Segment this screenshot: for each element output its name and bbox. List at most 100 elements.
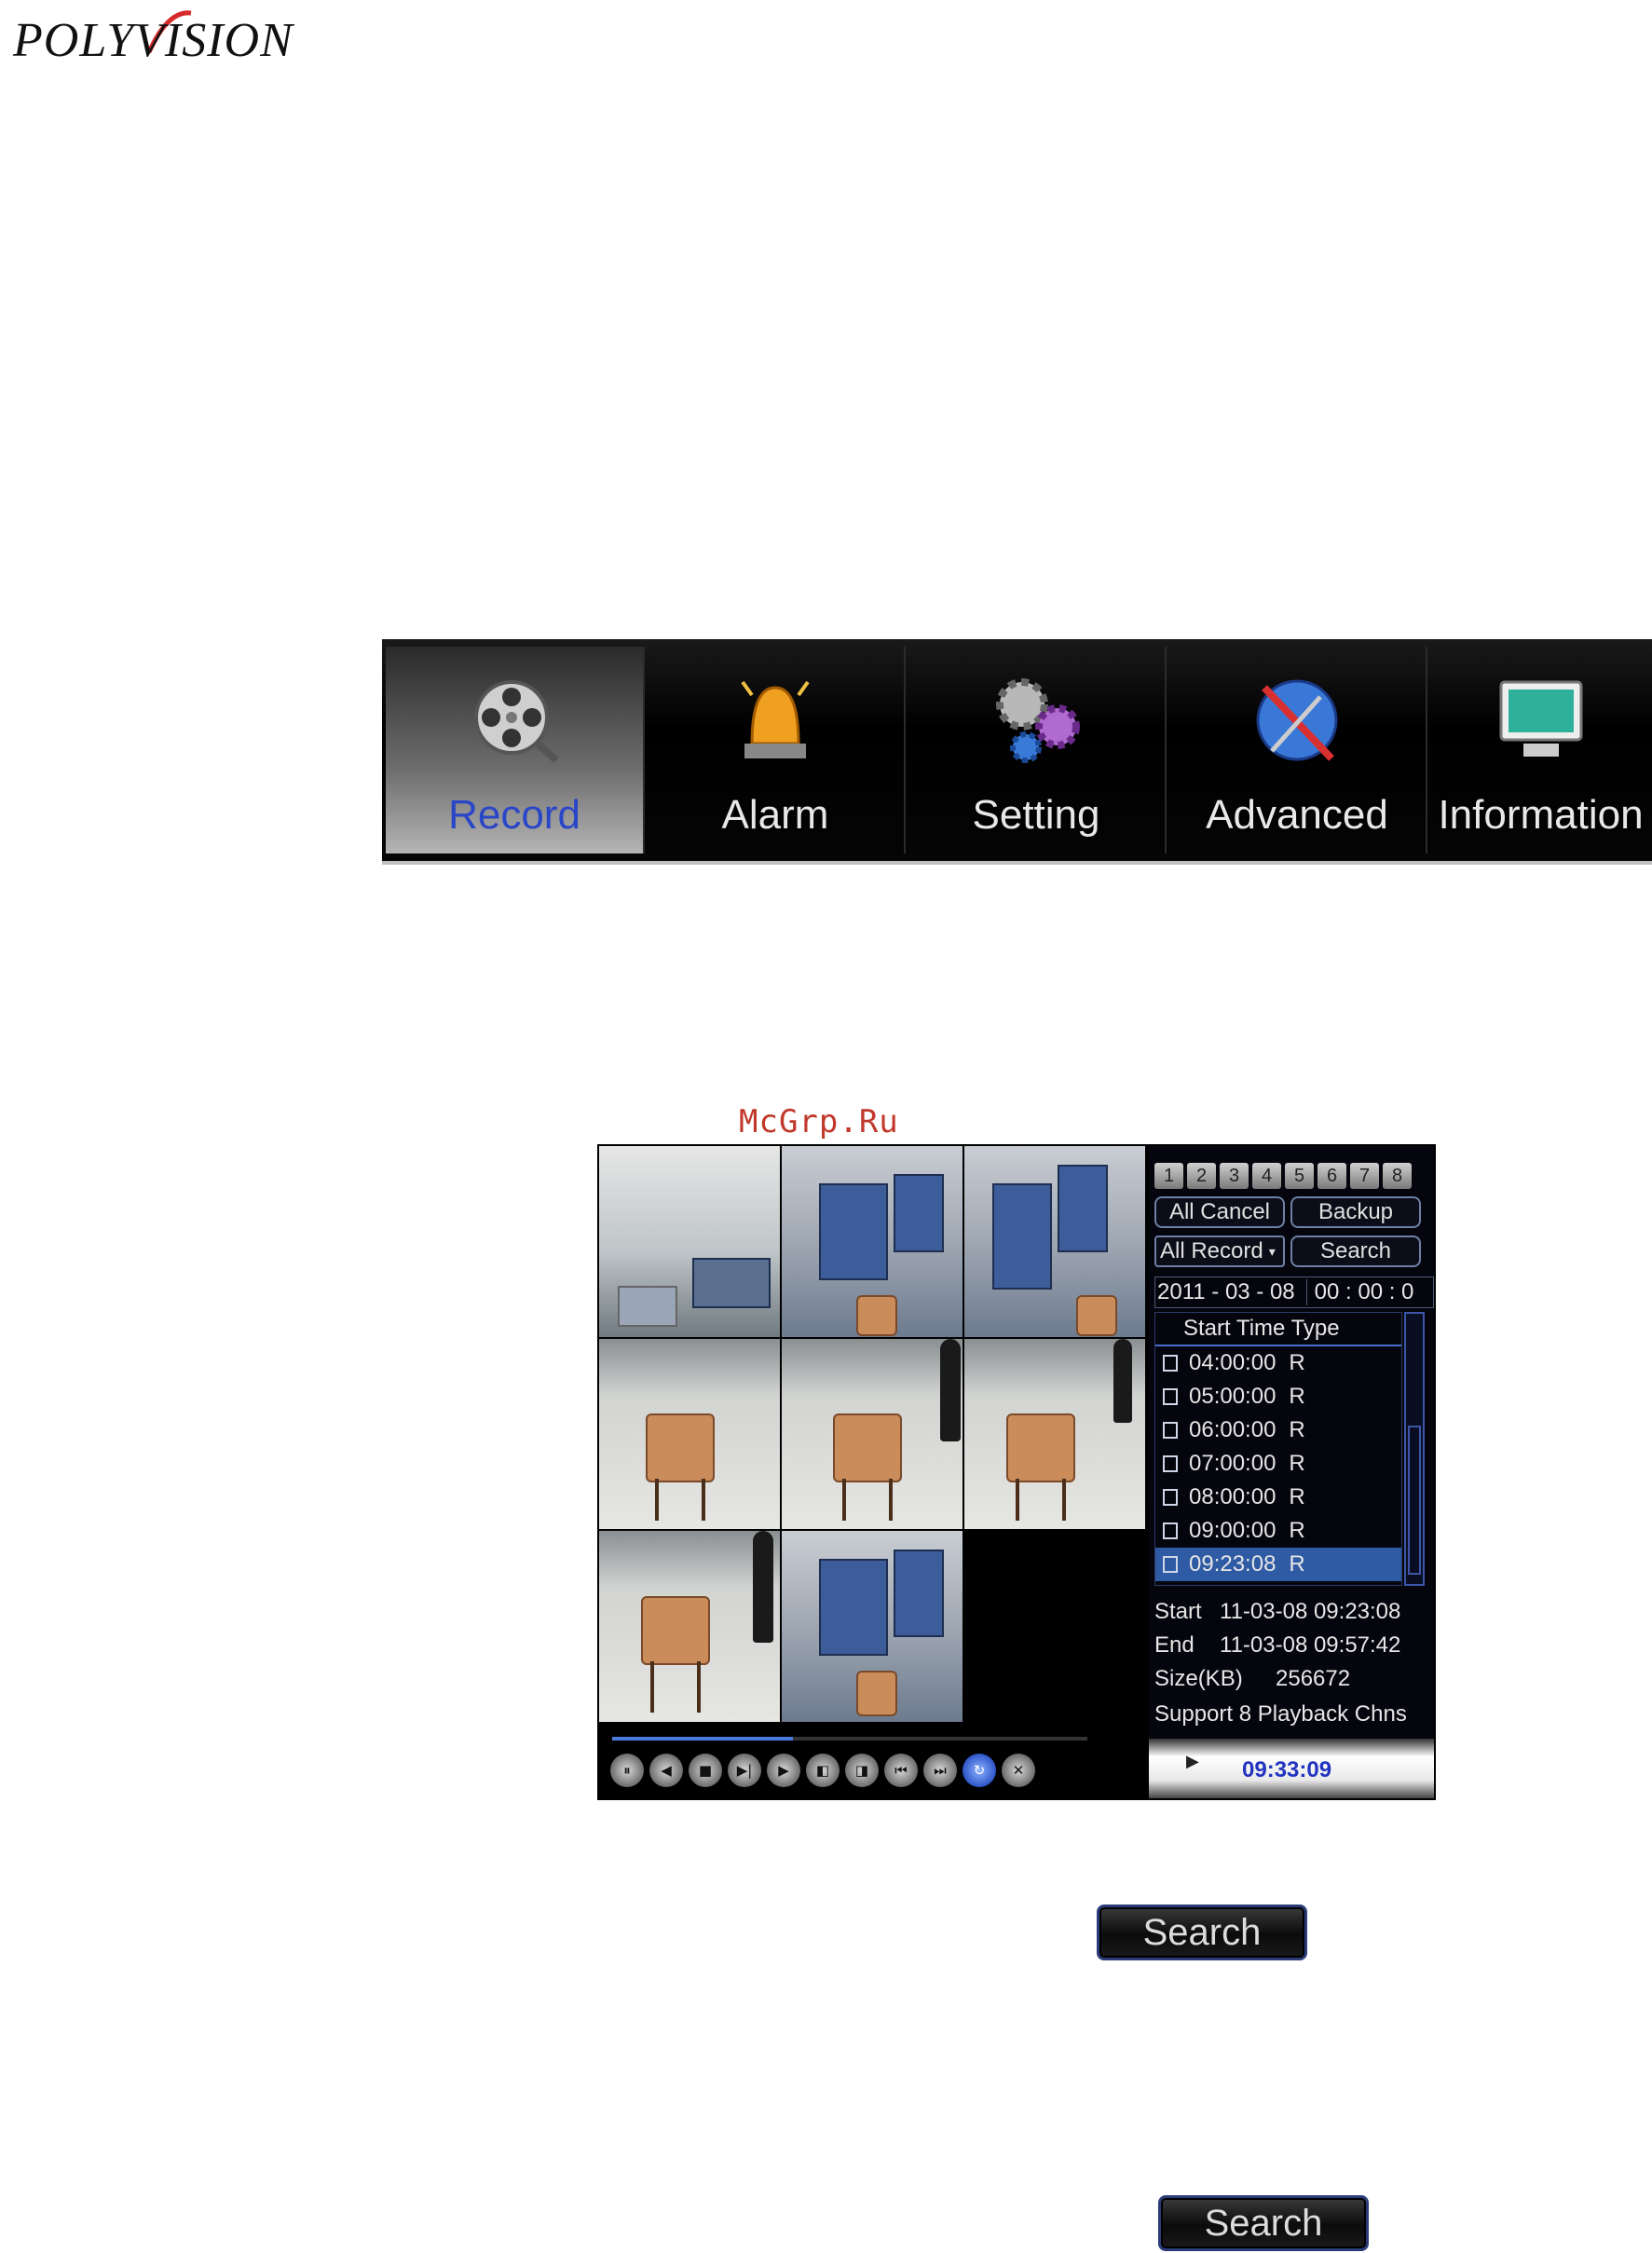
record-start-time: 09:00:00 xyxy=(1189,1518,1277,1543)
record-list: Start Time Type 04:00:00 R 05:00:00 R 06:00:… xyxy=(1154,1312,1402,1586)
playback-controls: ⏸ ◀ ■ ▶| ▶ ◧ ◨ ⏮ ⏭ ↻ ✕ xyxy=(599,1724,1145,1798)
menu-item-setting[interactable]: Setting xyxy=(908,647,1167,853)
camera-view-5[interactable] xyxy=(782,1338,963,1530)
chevron-down-icon: ▾ xyxy=(1268,1243,1276,1259)
record-type-value: All Record xyxy=(1160,1238,1263,1263)
channel-button-2[interactable]: 2 xyxy=(1187,1163,1216,1189)
channel-button-3[interactable]: 3 xyxy=(1220,1163,1249,1189)
record-checkbox[interactable] xyxy=(1163,1455,1178,1472)
record-row[interactable]: 04:00:00 R xyxy=(1155,1346,1401,1380)
channel-button-5[interactable]: 5 xyxy=(1285,1163,1314,1189)
record-checkbox[interactable] xyxy=(1163,1556,1178,1573)
camera-view-6[interactable] xyxy=(964,1338,1145,1530)
previous-icon[interactable]: ⏮ xyxy=(884,1754,918,1787)
next-icon[interactable]: ⏭ xyxy=(923,1754,957,1787)
gears-icon xyxy=(996,678,1080,763)
record-checkbox[interactable] xyxy=(1163,1355,1178,1372)
stop-icon[interactable]: ■ xyxy=(689,1754,722,1787)
playback-side-panel: 12345678 All Cancel Backup All Record ▾ … xyxy=(1149,1146,1434,1798)
record-row[interactable]: 09:23:08 R xyxy=(1155,1548,1401,1581)
camera-view-3[interactable] xyxy=(964,1146,1145,1337)
record-list-header: Start Time Type xyxy=(1155,1313,1401,1346)
channel-button-4[interactable]: 4 xyxy=(1252,1163,1281,1189)
menu-item-record[interactable]: Record xyxy=(386,647,645,853)
menu-label-record: Record xyxy=(448,792,580,838)
menu-label-setting: Setting xyxy=(972,792,1100,838)
tools-globe-icon xyxy=(1256,679,1338,761)
search-button-illustration-1[interactable]: Search xyxy=(1097,1905,1307,1960)
record-start-time: 08:00:00 xyxy=(1189,1484,1277,1509)
search-button[interactable]: Search xyxy=(1290,1236,1421,1267)
watermark: McGrp.Ru xyxy=(739,1103,899,1140)
record-type-select[interactable]: All Record ▾ xyxy=(1154,1236,1285,1267)
record-row[interactable]: 08:00:00 R xyxy=(1155,1481,1401,1514)
start-value: 11-03-08 09:23:08 xyxy=(1220,1599,1401,1624)
record-start-time: 05:00:00 xyxy=(1189,1384,1277,1409)
record-start-time: 06:00:00 xyxy=(1189,1417,1277,1442)
rewind-icon[interactable]: ◀ xyxy=(649,1754,683,1787)
time-value: 00 : 00 : 0 xyxy=(1305,1279,1413,1305)
record-type: R xyxy=(1289,1518,1305,1543)
size-value: 256672 xyxy=(1276,1666,1351,1691)
record-list-scrollbar[interactable] xyxy=(1404,1312,1425,1586)
end-value: 11-03-08 09:57:42 xyxy=(1220,1632,1401,1658)
channel-button-7[interactable]: 7 xyxy=(1350,1163,1379,1189)
camera-view-1[interactable] xyxy=(599,1146,780,1337)
play-indicator-icon: ▶ xyxy=(1186,1752,1199,1770)
all-cancel-button[interactable]: All Cancel xyxy=(1154,1196,1285,1228)
polyvision-logo: POLYVISION xyxy=(9,6,307,71)
monitor-icon xyxy=(1499,680,1582,757)
record-type: R xyxy=(1289,1384,1305,1409)
current-time: 09:33:09 xyxy=(1242,1757,1332,1782)
progress-fill xyxy=(612,1737,793,1741)
step-forward-icon[interactable]: ▶| xyxy=(728,1754,761,1787)
fast-icon[interactable]: ◨ xyxy=(845,1754,879,1787)
support-info: Support 8 Playback Chns xyxy=(1154,1701,1407,1727)
menu-item-information[interactable]: Information xyxy=(1429,647,1652,853)
record-row[interactable]: 06:00:00 R xyxy=(1155,1413,1401,1447)
menu-item-alarm[interactable]: Alarm xyxy=(647,647,906,853)
record-checkbox[interactable] xyxy=(1163,1388,1178,1405)
control-buttons: ⏸ ◀ ■ ▶| ▶ ◧ ◨ ⏮ ⏭ ↻ ✕ xyxy=(610,1754,1035,1787)
camera-view-7[interactable] xyxy=(599,1531,780,1722)
progress-bar[interactable] xyxy=(612,1737,1087,1741)
start-info: Start 11-03-08 09:23:08 xyxy=(1154,1599,1400,1625)
channel-button-6[interactable]: 6 xyxy=(1318,1163,1346,1189)
pause-icon[interactable]: ⏸ xyxy=(610,1754,644,1787)
record-checkbox[interactable] xyxy=(1163,1522,1178,1539)
record-checkbox[interactable] xyxy=(1163,1422,1178,1439)
start-label: Start xyxy=(1154,1599,1202,1624)
record-start-time: 07:00:00 xyxy=(1189,1451,1277,1476)
close-icon[interactable]: ✕ xyxy=(1002,1754,1035,1787)
slow-icon[interactable]: ◧ xyxy=(806,1754,840,1787)
scroll-thumb[interactable] xyxy=(1408,1426,1421,1575)
playback-time-bar: ▶ 09:33:09 xyxy=(1149,1739,1434,1798)
menu-label-advanced: Advanced xyxy=(1206,792,1388,838)
channel-button-1[interactable]: 1 xyxy=(1154,1163,1183,1189)
menu-item-advanced[interactable]: Advanced xyxy=(1168,647,1427,853)
camera-view-9[interactable] xyxy=(964,1531,1145,1722)
channel-selector: 12345678 xyxy=(1154,1163,1412,1189)
playback-screen: ⏸ ◀ ■ ▶| ▶ ◧ ◨ ⏮ ⏭ ↻ ✕ 12345678 All Cancel Backup … xyxy=(597,1144,1436,1800)
backup-button[interactable]: Backup xyxy=(1290,1196,1421,1228)
play-icon[interactable]: ▶ xyxy=(767,1754,800,1787)
menu-label-alarm: Alarm xyxy=(721,792,829,838)
film-reel-icon xyxy=(474,680,559,763)
size-label: Size(KB) xyxy=(1154,1666,1243,1691)
record-type: R xyxy=(1289,1417,1305,1442)
menu-label-information: Information xyxy=(1438,792,1644,838)
record-row[interactable]: 05:00:00 R xyxy=(1155,1380,1401,1413)
main-menu-bar: Record Alarm Setting Advanced Informatio… xyxy=(382,639,1652,865)
camera-view-2[interactable] xyxy=(782,1146,963,1337)
channel-button-8[interactable]: 8 xyxy=(1383,1163,1412,1189)
record-checkbox[interactable] xyxy=(1163,1489,1178,1506)
camera-view-8[interactable] xyxy=(782,1531,963,1722)
record-row[interactable]: 09:00:00 R xyxy=(1155,1514,1401,1548)
repeat-icon[interactable]: ↻ xyxy=(963,1754,996,1787)
record-start-time: 09:23:08 xyxy=(1189,1551,1277,1577)
record-start-time: 04:00:00 xyxy=(1189,1350,1277,1375)
search-button-illustration-2[interactable]: Search xyxy=(1158,2195,1369,2251)
record-row[interactable]: 07:00:00 R xyxy=(1155,1447,1401,1481)
camera-view-4[interactable] xyxy=(599,1338,780,1530)
date-time-field[interactable]: 2011 - 03 - 08 00 : 00 : 0 xyxy=(1154,1277,1434,1308)
